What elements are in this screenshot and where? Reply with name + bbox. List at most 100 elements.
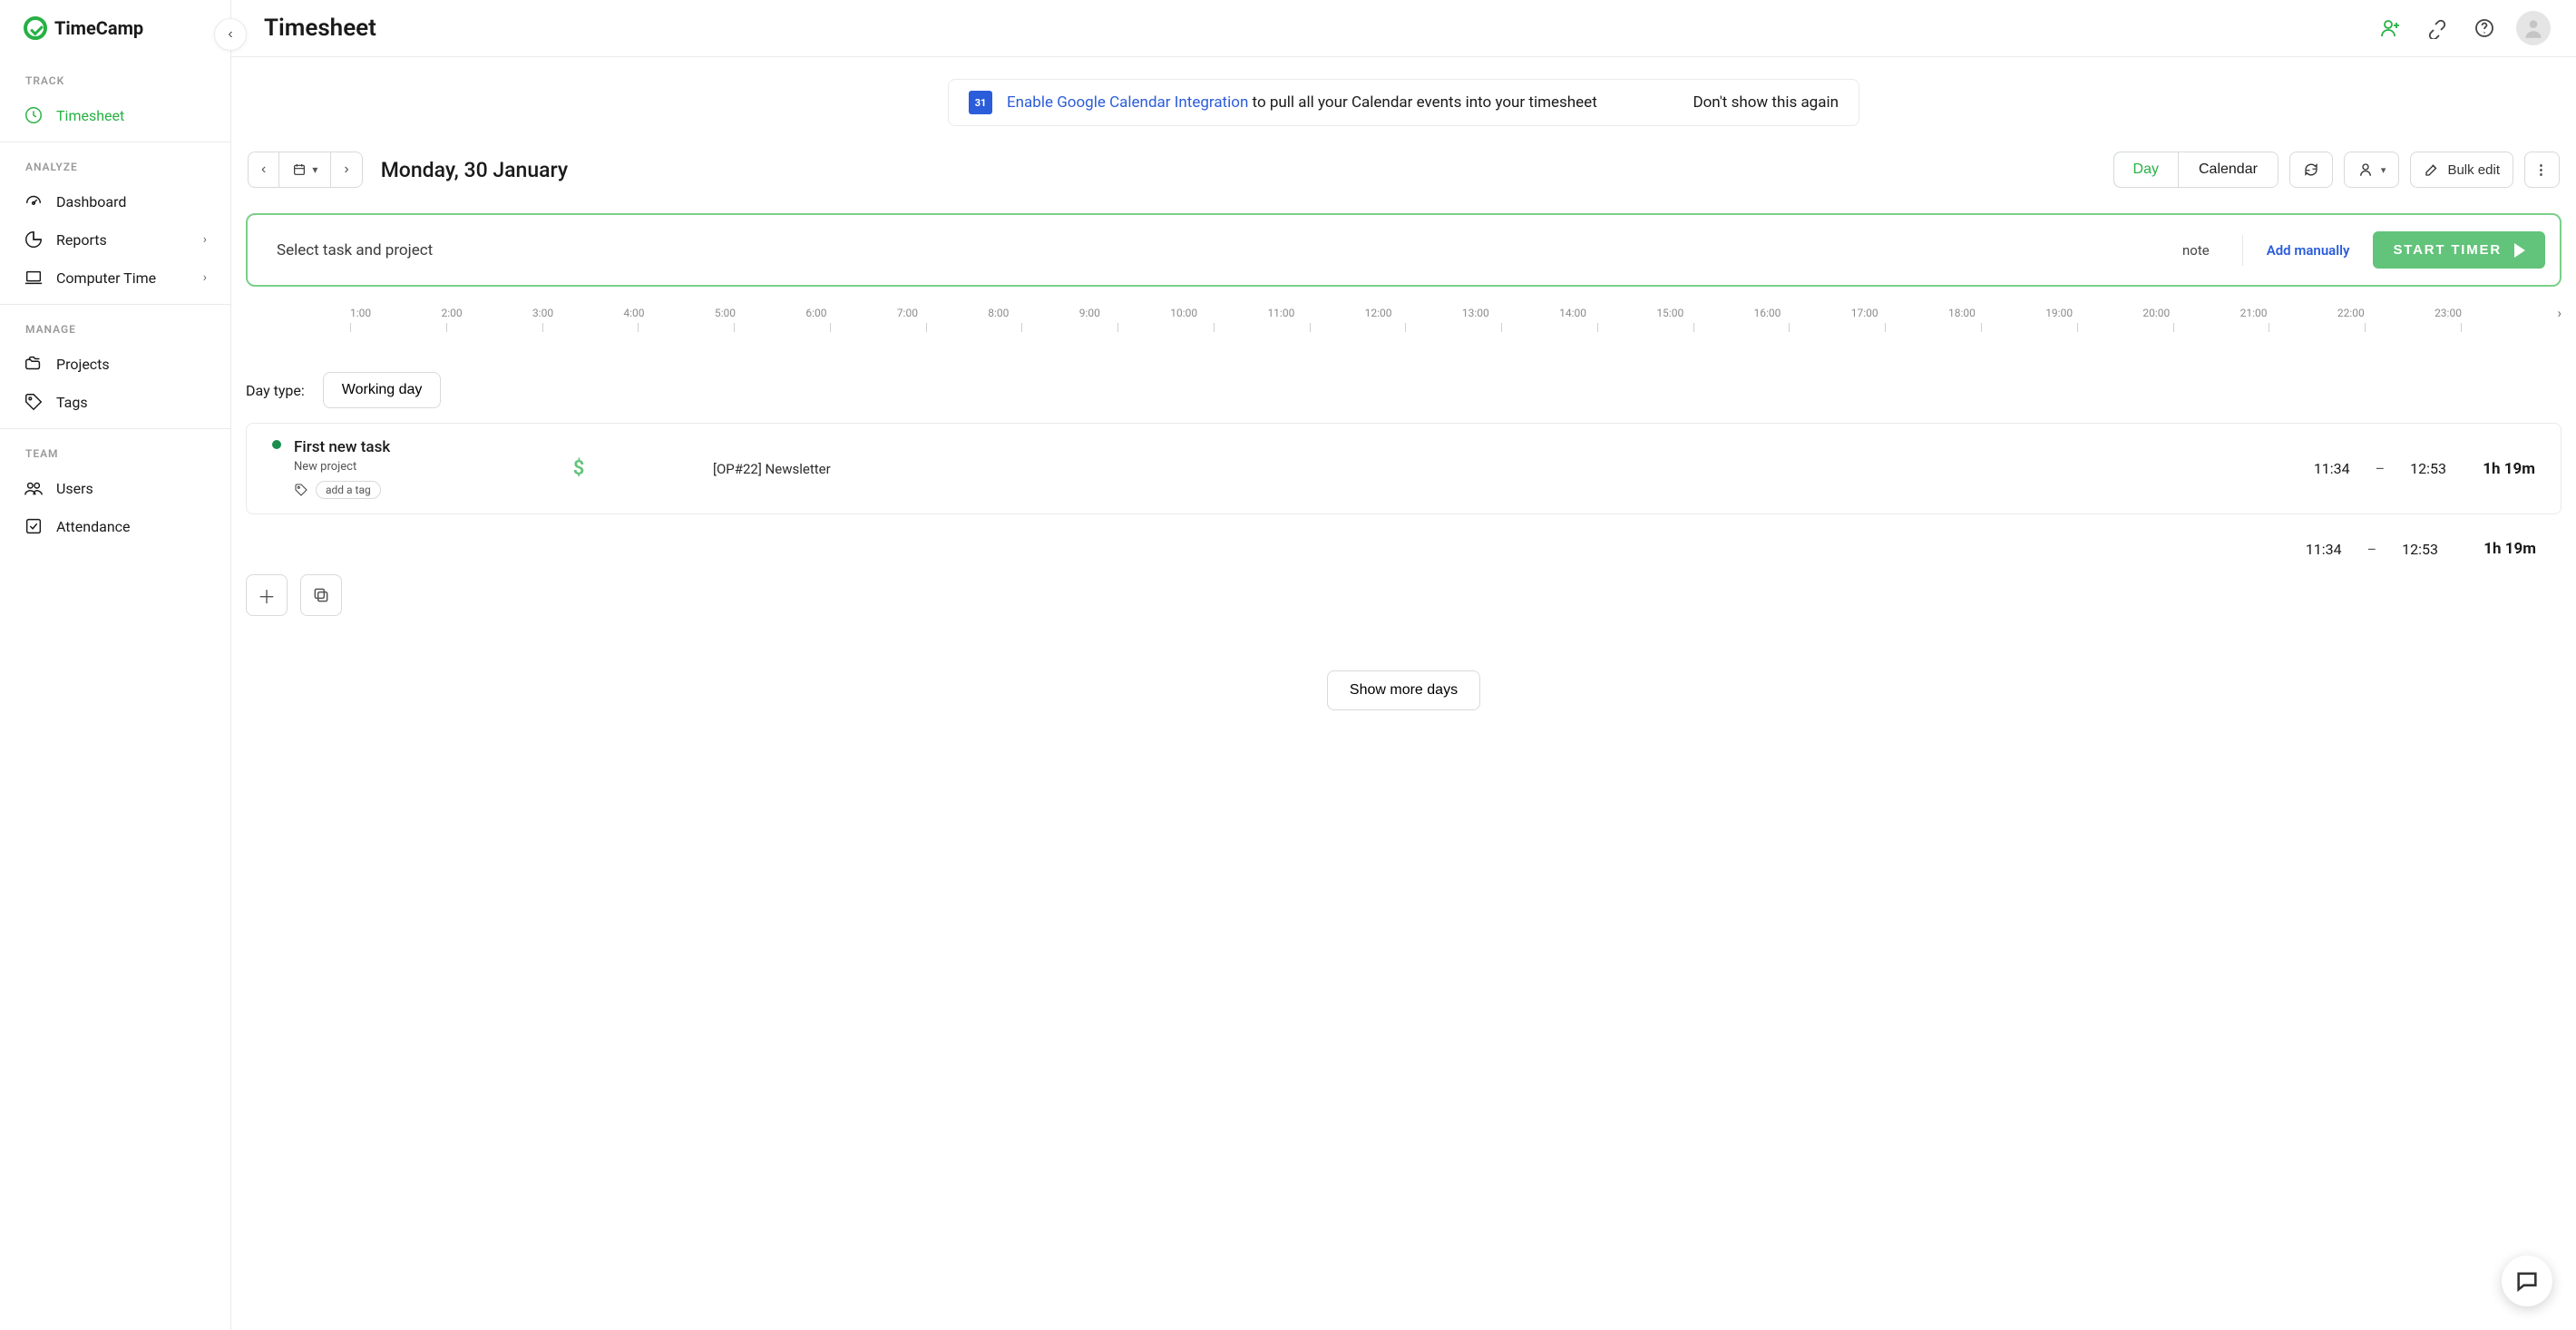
tag-icon [294,483,308,497]
brand-logo[interactable]: TimeCamp [0,0,230,56]
timeline-hour-label: 19:00 [2045,307,2073,319]
chevron-right-icon: › [203,270,207,285]
add-entry-button[interactable]: ＋ [246,574,288,616]
billable-icon[interactable]: $ [561,457,597,480]
timeline-hour-label: 13:00 [1462,307,1489,319]
help-button[interactable] [2469,13,2500,44]
sidebar-item-computer-time[interactable]: Computer Time › [0,259,230,297]
topbar: Timesheet [231,0,2576,57]
laptop-icon [24,268,44,288]
timeline-tick [1405,323,1406,332]
kebab-icon: ⋮ [2534,161,2550,178]
date-nav-seg: ‹ ▾ › [248,152,363,188]
tab-day[interactable]: Day [2113,152,2179,188]
timeline-tick [1214,323,1215,332]
timeline-hour-label: 11:00 [1267,307,1294,319]
start-timer-button[interactable]: START TIMER [2373,231,2545,269]
timeline-scroll-right[interactable]: › [2557,305,2561,321]
chevron-down-icon: ▾ [2381,164,2386,176]
timeline-hour-label: 1:00 [350,307,371,319]
gcal-banner-text: to pull all your Calendar events into yo… [1248,93,1596,112]
day-type-select[interactable]: Working day [323,372,442,408]
timeline-tick [2173,323,2174,332]
folders-icon [24,354,44,374]
edit-icon [2424,161,2440,178]
bulk-edit-label: Bulk edit [2447,162,2500,178]
bulk-edit-button[interactable]: Bulk edit [2410,152,2513,188]
copy-entries-button[interactable] [300,574,342,616]
timer-panel: Select task and project note Add manuall… [246,213,2561,287]
sidebar-item-tags[interactable]: Tags [0,383,230,421]
pie-chart-icon [24,230,44,249]
start-timer-label: START TIMER [2393,242,2502,258]
timeline-hour-label: 12:00 [1365,307,1392,319]
entry-project-name: New project [294,460,390,474]
date-prev-button[interactable]: ‹ [249,152,278,187]
timeline-hour-label: 21:00 [2240,307,2268,319]
date-picker-button[interactable]: ▾ [278,152,330,187]
sidebar-item-reports[interactable]: Reports › [0,220,230,259]
hour-timeline: 1:002:003:004:005:006:007:008:009:0010:0… [246,307,2561,347]
chevron-down-icon: ▾ [312,163,317,176]
date-next-button[interactable]: › [330,152,361,187]
sidebar-item-projects[interactable]: Projects [0,345,230,383]
timeline-hour-label: 23:00 [2435,307,2462,319]
show-more-days-button[interactable]: Show more days [1327,670,1480,710]
chevron-right-icon: › [344,161,348,178]
timeline-hour-label: 8:00 [988,307,1009,319]
sidebar-item-dashboard[interactable]: Dashboard [0,182,230,220]
entry-times[interactable]: 11:34 – 12:53 [2314,460,2446,477]
entry-end-time: 12:53 [2410,460,2446,477]
timeline-hour-label: 14:00 [1559,307,1586,319]
sidebar-collapse-button[interactable]: ‹ [214,18,247,51]
sidebar-item-timesheet[interactable]: Timesheet [0,96,230,134]
note-input[interactable]: note [2164,242,2228,259]
chat-fab[interactable] [2502,1256,2552,1306]
add-tag-button[interactable]: add a tag [316,481,381,499]
timeline-hour-label: 7:00 [897,307,918,319]
timeline-tick [734,323,735,332]
total-duration: 1h 19m [2464,540,2536,558]
chat-icon [2514,1268,2540,1294]
entry-row[interactable]: First new task New project add a tag $ [… [247,424,2561,513]
chevron-left-icon: ‹ [228,26,232,43]
timeline-tick [350,323,351,332]
tab-calendar[interactable]: Calendar [2178,152,2278,187]
sidebar-item-label: Computer Time [56,269,156,287]
timeline-tick [1021,323,1022,332]
users-icon [24,478,44,498]
gcal-dismiss-button[interactable]: Don't show this again [1693,93,1839,112]
timeline-hour-label: 17:00 [1851,307,1878,319]
user-icon [2357,161,2374,178]
sidebar-section-manage: MANAGE [0,305,230,345]
view-tabs: Day Calendar [2113,152,2278,188]
play-icon [2514,243,2525,258]
checkbox-icon [24,516,44,536]
refresh-button[interactable] [2289,152,2333,188]
more-menu-button[interactable]: ⋮ [2524,152,2560,188]
sidebar-item-attendance[interactable]: Attendance [0,507,230,545]
total-start-time: 11:34 [2306,541,2342,558]
avatar-menu[interactable] [2516,11,2551,45]
timeline-tick [1693,323,1694,332]
sidebar-item-label: Reports [56,231,107,249]
gcal-enable-link[interactable]: Enable Google Calendar Integration [1007,93,1248,112]
current-date-label: Monday, 30 January [381,158,568,182]
integrations-button[interactable] [2422,13,2453,44]
timeline-hour-label: 4:00 [623,307,644,319]
project-color-dot-icon [272,440,281,449]
invite-user-button[interactable] [2375,13,2405,44]
timeline-tick [1597,323,1598,332]
sidebar-item-users[interactable]: Users [0,469,230,507]
clock-icon [24,105,44,125]
user-filter-button[interactable]: ▾ [2344,152,2400,188]
timeline-tick [542,323,543,332]
timeline-tick [1885,323,1886,332]
timeline-hour-label: 15:00 [1656,307,1683,319]
timeline-hour-label: 18:00 [1948,307,1976,319]
timeline-tick [2077,323,2078,332]
sidebar: TimeCamp ‹ TRACK Timesheet ANALYZE Dashb… [0,0,231,1330]
task-select-input[interactable]: Select task and project [277,241,2150,259]
add-manually-link[interactable]: Add manually [2258,242,2359,259]
sidebar-section-track: TRACK [0,56,230,96]
